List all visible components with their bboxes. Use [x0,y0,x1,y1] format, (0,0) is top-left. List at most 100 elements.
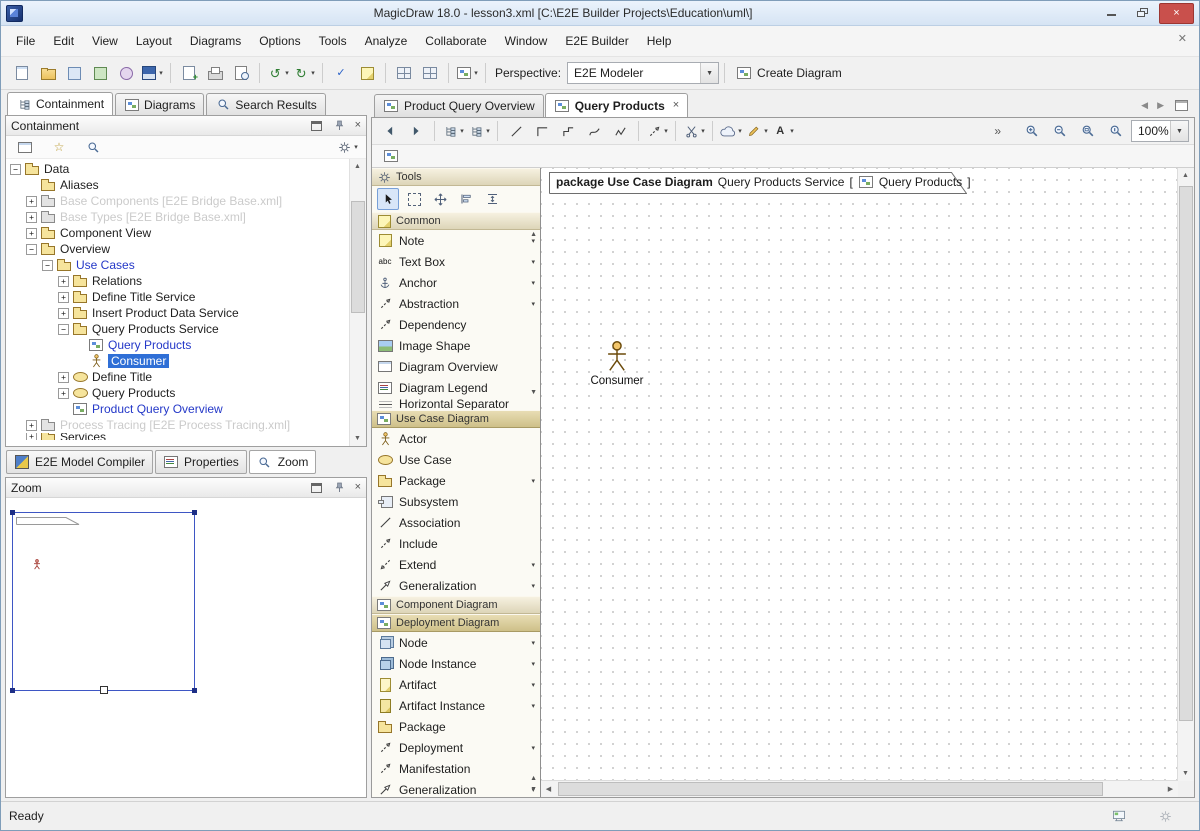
palette-header-tools[interactable]: Tools [372,168,540,186]
zoom-out-button[interactable] [1047,119,1073,143]
palette-header-deployment-diagram[interactable]: Deployment Diagram [372,614,540,632]
scrollbar-thumb[interactable] [558,782,1103,796]
chevron-down-icon[interactable]: ▾ [531,660,535,668]
chevron-down-icon[interactable]: ▾ [531,237,535,245]
palette-header-common[interactable]: Common [372,212,540,230]
float-panel-icon[interactable] [309,119,325,133]
palette-item-diagram-overview[interactable]: Diagram Overview [372,356,540,377]
tree-row[interactable]: Query Products [6,337,350,353]
menu-item-view[interactable]: View [83,27,127,56]
close-tab-icon[interactable]: × [673,100,679,111]
line-straight-button[interactable] [503,119,529,143]
palette-item-subsystem[interactable]: Subsystem [372,491,540,512]
scroll-down-icon[interactable]: ▼ [350,431,365,446]
tree-row[interactable]: +Insert Product Data Service [6,305,350,321]
tab-list-icon[interactable] [1173,98,1189,112]
close-button[interactable]: × [1159,3,1194,24]
marquee-tool-button[interactable] [403,188,425,210]
nav-forward-button[interactable] [403,119,429,143]
menu-item-diagrams[interactable]: Diagrams [181,27,250,56]
chevron-down-icon[interactable]: ▾ [486,127,490,135]
note-button[interactable] [354,61,380,85]
collapse-icon[interactable]: − [42,260,53,271]
palette-item-note[interactable]: Note▾ [372,230,540,251]
expand-icon[interactable]: + [26,196,37,207]
close-panel-icon[interactable]: × [355,120,361,131]
font-a-button[interactable]: A▾ [770,119,796,143]
chevron-down-icon[interactable]: ▾ [664,127,668,135]
scroll-right-icon[interactable]: ▶ [1163,781,1178,796]
title-bar[interactable]: MagicDraw 18.0 - lesson3.xml [C:\E2E Bui… [1,1,1199,26]
inheritance-tree-button[interactable]: ▾ [466,119,492,143]
tree-row[interactable]: −Overview [6,241,350,257]
menu-item-options[interactable]: Options [250,27,309,56]
palette-header-use-case-diagram[interactable]: Use Case Diagram [372,410,540,428]
chevron-down-icon[interactable]: ▾ [159,69,163,77]
chevron-down-icon[interactable]: ▾ [701,127,705,135]
menu-item-help[interactable]: Help [638,27,681,56]
scroll-up-icon[interactable]: ▲ [350,159,365,174]
diagram-tab-product-query-overview[interactable]: Product Query Overview [374,94,544,117]
resize-handle[interactable] [100,686,108,694]
tree-row[interactable]: +Services [6,433,350,440]
tree-row[interactable]: +Process Tracing [E2E Process Tracing.xm… [6,417,350,433]
palette-item-image-shape[interactable]: Image Shape [372,335,540,356]
tree-scrollbar[interactable]: ▲ ▼ [349,159,366,446]
line-curve-button[interactable] [581,119,607,143]
chevron-down-icon[interactable]: ▾ [531,744,535,752]
save-button[interactable]: ▾ [139,61,165,85]
palette-item-artifact-instance[interactable]: Artifact Instance▾ [372,695,540,716]
containment-tree-button[interactable]: ▾ [440,119,466,143]
tree-row[interactable]: +Component View [6,225,350,241]
palette-item-node-instance[interactable]: Node Instance▾ [372,653,540,674]
align-tool-button[interactable] [455,188,477,210]
expand-icon[interactable]: + [26,212,37,223]
chevron-down-icon[interactable]: ▾ [531,300,535,308]
palette-item-abstraction[interactable]: Abstraction▾ [372,293,540,314]
nav-back-button[interactable] [377,119,403,143]
zoom-one-button[interactable] [1103,119,1129,143]
toolbar-overflow-icon[interactable]: » [994,124,1001,138]
palette-item-node[interactable]: Node▾ [372,632,540,653]
chevron-down-icon[interactable]: ▾ [790,127,794,135]
palette-item-generalization[interactable]: Generalization▾ [372,575,540,596]
restore-button[interactable] [1128,3,1157,22]
create-diagram-button[interactable]: Create Diagram [730,61,848,85]
zoom-in-button[interactable] [1019,119,1045,143]
collapse-icon[interactable]: − [58,324,69,335]
chevron-down-icon[interactable]: ▾ [531,279,535,287]
palette-item-dependency[interactable]: Dependency [372,314,540,335]
palette-item-package[interactable]: Package [372,716,540,737]
tab-diagrams[interactable]: Diagrams [115,93,204,115]
tree-row[interactable]: +Define Title Service [6,289,350,305]
dependency-button[interactable]: ▾ [644,119,670,143]
chevron-down-icon[interactable]: ▾ [738,127,742,135]
float-panel-icon[interactable] [309,481,325,495]
diagram-tab-query-products[interactable]: Query Products× [545,93,688,117]
tree-row[interactable]: Product Query Overview [6,401,350,417]
chevron-down-icon[interactable]: ▾ [531,639,535,647]
module-button[interactable] [87,61,113,85]
chevron-down-icon[interactable]: ▼ [1170,121,1188,141]
chevron-down-icon[interactable]: ▾ [531,561,535,569]
cloud-button[interactable]: ▾ [718,119,744,143]
open-element-button[interactable] [61,61,87,85]
open-project-button[interactable] [35,61,61,85]
scroll-up-icon[interactable]: ▲ [530,231,537,238]
expand-icon[interactable]: + [26,228,37,239]
settings-button[interactable]: ▾ [334,135,360,159]
palette-item-package[interactable]: Package▾ [372,470,540,491]
palette-item-artifact[interactable]: Artifact▾ [372,674,540,695]
menu-item-edit[interactable]: Edit [44,27,83,56]
canvas-horizontal-scrollbar[interactable]: ◀ ▶ [541,780,1178,797]
line-rect-button[interactable] [529,119,555,143]
menu-item-layout[interactable]: Layout [127,27,181,56]
palette-item-association[interactable]: Association [372,512,540,533]
zoom-panel-header[interactable]: Zoom × [6,478,366,498]
line-zigzag-button[interactable] [607,119,633,143]
tree-row[interactable]: −Query Products Service [6,321,350,337]
undo-button[interactable]: ↺▾ [265,61,291,85]
next-tab-icon[interactable]: ▶ [1157,101,1164,110]
palette-item-manifestation[interactable]: Manifestation [372,758,540,779]
palette-item-extend[interactable]: Extend▾ [372,554,540,575]
